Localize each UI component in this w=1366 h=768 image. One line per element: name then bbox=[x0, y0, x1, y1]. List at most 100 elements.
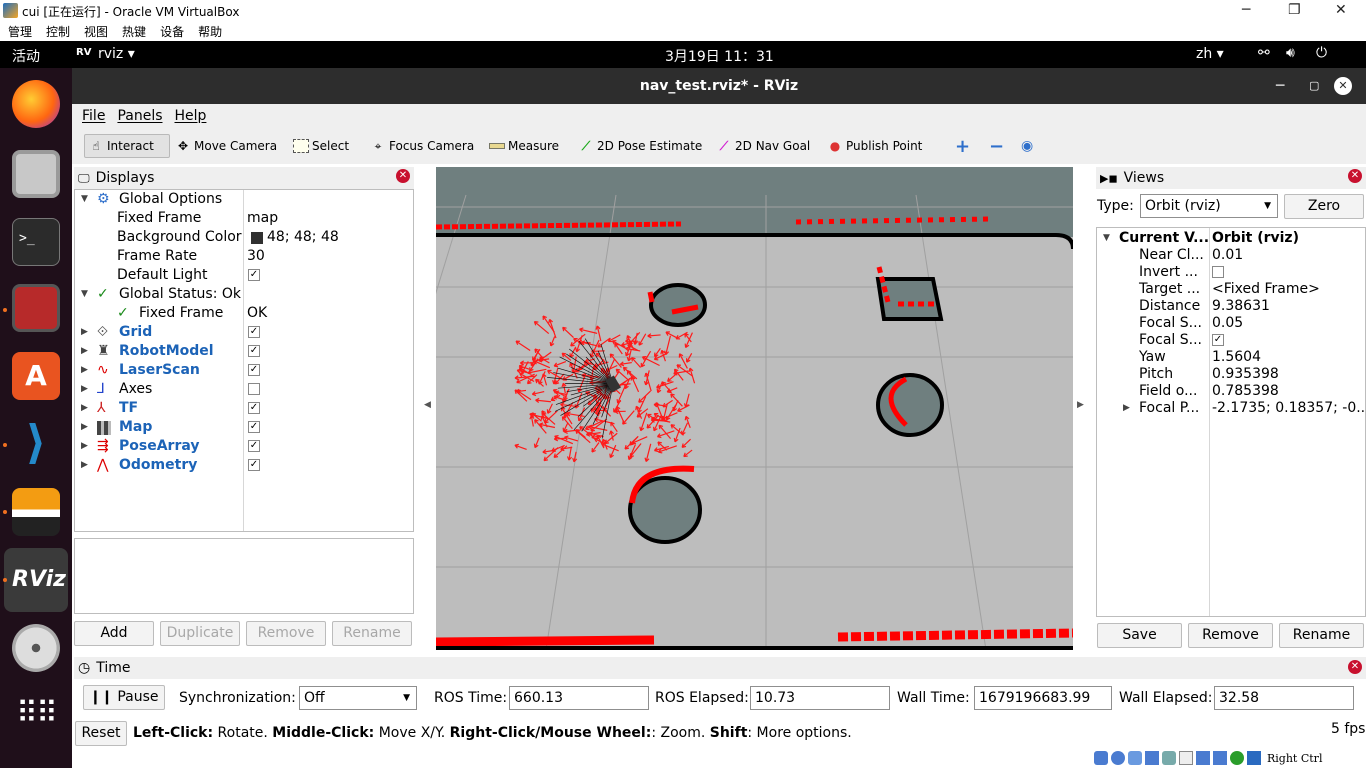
network-adapter-icon[interactable] bbox=[1145, 751, 1159, 765]
rename-view-button[interactable]: Rename bbox=[1279, 623, 1364, 648]
pose-estimate-tool[interactable]: ⟋ 2D Pose Estimate bbox=[575, 134, 705, 158]
move-camera-tool[interactable]: ✥ Move Camera bbox=[172, 134, 280, 158]
remove-display-button[interactable]: Remove bbox=[246, 621, 326, 646]
clock[interactable]: 3月19日 11：31 bbox=[665, 46, 774, 66]
system-monitor-icon[interactable] bbox=[12, 284, 60, 332]
ros-time-field[interactable]: 660.13 bbox=[509, 686, 649, 710]
collapse-left-icon[interactable]: ◀ bbox=[424, 400, 431, 410]
laserscan-checkbox[interactable]: ✓ bbox=[248, 364, 260, 376]
zero-button[interactable]: Zero bbox=[1284, 194, 1364, 219]
help-menu[interactable]: Help bbox=[175, 108, 207, 124]
tree-row-default-light[interactable]: Default Light ✓ bbox=[75, 266, 413, 285]
rviz-maximize-button[interactable]: ▢ bbox=[1309, 68, 1319, 104]
input-method[interactable]: zh ▾ bbox=[1196, 46, 1224, 62]
disc-icon[interactable] bbox=[12, 624, 60, 672]
menu-view[interactable]: 视图 bbox=[84, 23, 108, 40]
tree-row-global-options[interactable]: ▼ ⚙ Global Options bbox=[75, 190, 413, 209]
ros-elapsed-field[interactable]: 10.73 bbox=[750, 686, 890, 710]
default-light-checkbox[interactable]: ✓ bbox=[248, 269, 260, 281]
files-icon[interactable] bbox=[12, 150, 60, 198]
rviz-minimize-button[interactable]: ─ bbox=[1276, 68, 1284, 104]
tree-row-frame-rate[interactable]: Frame Rate 30 bbox=[75, 247, 413, 266]
view-type-select[interactable]: Orbit (rviz) ▼ bbox=[1140, 194, 1278, 218]
wall-time-field[interactable]: 1679196683.99 bbox=[974, 686, 1112, 710]
odometry-checkbox[interactable]: ✓ bbox=[248, 459, 260, 471]
collapse-right-icon[interactable]: ▶ bbox=[1077, 400, 1084, 410]
reset-button[interactable]: Reset bbox=[75, 721, 127, 746]
tree-row-robotmodel[interactable]: ▶ ♜ RobotModel ✓ bbox=[75, 342, 413, 361]
displays-close-icon[interactable]: ✕ bbox=[396, 169, 410, 183]
nav-goal-tool[interactable]: ⟋ 2D Nav Goal bbox=[713, 134, 813, 158]
tree-row-axes[interactable]: ▶ ⅃ Axes bbox=[75, 380, 413, 399]
add-tool-icon[interactable]: + bbox=[952, 134, 973, 158]
remove-view-button[interactable]: Remove bbox=[1188, 623, 1273, 648]
add-button[interactable]: Add bbox=[74, 621, 154, 646]
show-apps-icon[interactable]: ⠿⠿ bbox=[12, 692, 60, 740]
robotmodel-checkbox[interactable]: ✓ bbox=[248, 345, 260, 357]
power-icon[interactable]: ⏻ bbox=[1316, 45, 1327, 61]
network-icon[interactable]: ⚯ bbox=[1258, 45, 1270, 61]
eye-icon[interactable]: ◉ bbox=[1018, 134, 1036, 158]
shared-folder-icon[interactable] bbox=[1179, 751, 1193, 765]
views-close-icon[interactable]: ✕ bbox=[1348, 169, 1362, 183]
wall-elapsed-field[interactable]: 32.58 bbox=[1214, 686, 1354, 710]
vscode-icon[interactable]: ⟩ bbox=[12, 418, 60, 466]
software-center-icon[interactable]: A bbox=[12, 352, 60, 400]
maximize-button[interactable]: ❐ bbox=[1288, 2, 1301, 18]
audio-icon[interactable] bbox=[1128, 751, 1142, 765]
tree-row-posearray[interactable]: ▶ ⇶ PoseArray ✓ bbox=[75, 437, 413, 456]
pause-button[interactable]: ❙❙ Pause bbox=[83, 685, 165, 710]
hdd-icon[interactable] bbox=[1094, 751, 1108, 765]
minimize-button[interactable]: ─ bbox=[1242, 2, 1250, 18]
tree-row-background-color[interactable]: Background Color 48; 48; 48 bbox=[75, 228, 413, 247]
tree-row-fixed-frame[interactable]: Fixed Frame map bbox=[75, 209, 413, 228]
app-icon[interactable] bbox=[12, 488, 60, 536]
time-close-icon[interactable]: ✕ bbox=[1348, 660, 1362, 674]
menu-hotkey[interactable]: 热键 bbox=[122, 23, 146, 40]
display-icon[interactable] bbox=[1196, 751, 1210, 765]
focal-shape-checkbox[interactable]: ✓ bbox=[1212, 334, 1224, 346]
remove-tool-icon[interactable]: − bbox=[986, 134, 1007, 158]
tree-row-global-status[interactable]: ▼ ✓ Global Status: Ok bbox=[75, 285, 413, 304]
recording-icon[interactable] bbox=[1213, 751, 1227, 765]
menu-control[interactable]: 控制 bbox=[46, 23, 70, 40]
focus-camera-tool[interactable]: ⌖ Focus Camera bbox=[367, 134, 477, 158]
app-menu[interactable]: rviz ▾ bbox=[98, 46, 135, 62]
firefox-icon[interactable] bbox=[12, 80, 60, 128]
activities-button[interactable]: 活动 bbox=[12, 46, 40, 66]
terminal-icon[interactable]: >_ bbox=[12, 218, 60, 266]
tree-row-odometry[interactable]: ▶ ⋀ Odometry ✓ bbox=[75, 456, 413, 475]
publish-point-tool[interactable]: ● Publish Point bbox=[824, 134, 925, 158]
rename-display-button[interactable]: Rename bbox=[332, 621, 412, 646]
tree-row-laserscan[interactable]: ▶ ∿ LaserScan ✓ bbox=[75, 361, 413, 380]
render-viewport[interactable] bbox=[436, 167, 1073, 650]
tree-row-fixed-frame-status[interactable]: ✓ Fixed Frame OK bbox=[75, 304, 413, 323]
panels-menu[interactable]: Panels bbox=[117, 108, 162, 124]
tree-row-map[interactable]: ▶ Map ✓ bbox=[75, 418, 413, 437]
invert-checkbox[interactable] bbox=[1212, 266, 1224, 278]
rviz-icon[interactable]: RViz bbox=[12, 556, 66, 604]
volume-icon[interactable]: 🔊︎ bbox=[1286, 45, 1295, 61]
map-checkbox[interactable]: ✓ bbox=[248, 421, 260, 433]
tree-row-focal-point[interactable]: ▶ Focal P... -2.1735; 0.18357; -0.... bbox=[1097, 399, 1365, 418]
tree-row-grid[interactable]: ▶ ⟐ Grid ✓ bbox=[75, 323, 413, 342]
mouse-integration-icon[interactable] bbox=[1247, 751, 1261, 765]
tf-checkbox[interactable]: ✓ bbox=[248, 402, 260, 414]
tree-row-tf[interactable]: ▶ ⅄ TF ✓ bbox=[75, 399, 413, 418]
axes-checkbox[interactable] bbox=[248, 383, 260, 395]
file-menu[interactable]: File bbox=[82, 108, 105, 124]
close-button[interactable]: ✕ bbox=[1335, 2, 1347, 18]
cpu-icon[interactable] bbox=[1230, 751, 1244, 765]
interact-tool[interactable]: ☝ Interact bbox=[84, 134, 170, 158]
grid-checkbox[interactable]: ✓ bbox=[248, 326, 260, 338]
posearray-checkbox[interactable]: ✓ bbox=[248, 440, 260, 452]
sync-select[interactable]: Off ▼ bbox=[299, 686, 417, 710]
select-tool[interactable]: Select bbox=[290, 134, 352, 158]
measure-tool[interactable]: Measure bbox=[486, 134, 562, 158]
usb-icon[interactable] bbox=[1162, 751, 1176, 765]
duplicate-button[interactable]: Duplicate bbox=[160, 621, 240, 646]
menu-manage[interactable]: 管理 bbox=[8, 23, 32, 40]
rviz-close-button[interactable]: ✕ bbox=[1334, 77, 1352, 95]
menu-help[interactable]: 帮助 bbox=[198, 23, 222, 40]
menu-devices[interactable]: 设备 bbox=[160, 23, 184, 40]
